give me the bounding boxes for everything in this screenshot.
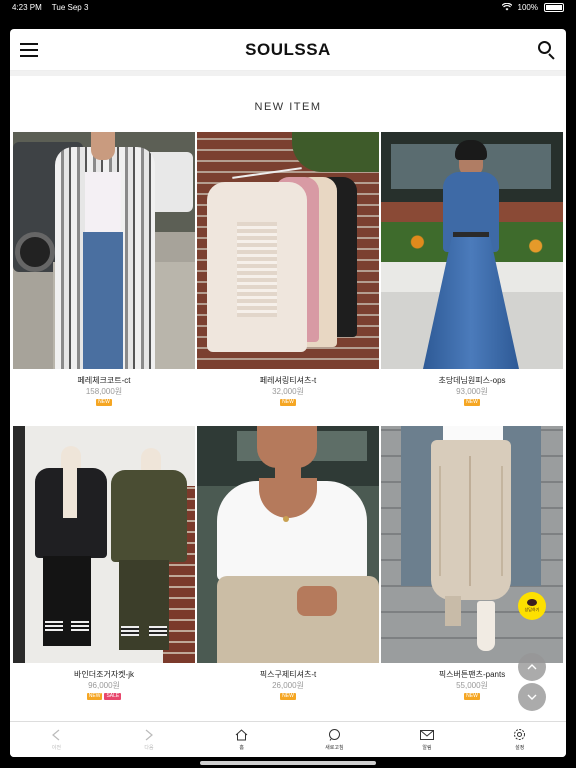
- tab-next-label: 다음: [144, 745, 154, 751]
- chat-bubble-icon: [527, 599, 537, 606]
- kakao-chat-button[interactable]: 상담하기: [518, 592, 546, 620]
- tab-prev[interactable]: 이전: [10, 722, 103, 757]
- product-image[interactable]: [381, 132, 563, 369]
- tab-refresh[interactable]: 새로고침: [288, 722, 381, 757]
- product-price: 96,000원: [88, 681, 120, 690]
- tab-mail[interactable]: 알림: [381, 722, 474, 757]
- new-badge: NEW: [280, 399, 296, 406]
- gear-icon: [513, 728, 527, 741]
- search-icon[interactable]: [538, 40, 556, 60]
- tab-refresh-label: 새로고침: [325, 745, 344, 751]
- product-name[interactable]: 픽스구제티셔츠-t: [197, 669, 379, 680]
- menu-icon[interactable]: [20, 42, 38, 57]
- product-name[interactable]: 바인더조거자켓-jk: [13, 669, 195, 680]
- scroll-bottom-button[interactable]: [518, 683, 546, 711]
- tab-settings[interactable]: 설정: [473, 722, 566, 757]
- product-card[interactable]: 바인더조거자켓-jk 96,000원 NEW SALE: [13, 426, 195, 714]
- tab-settings-label: 설정: [515, 745, 525, 751]
- app-screen: SOULSSA NEW ITEM 페레체크코트-ct 158,000원 NEW: [10, 29, 566, 757]
- bottom-tab-bar: 이전 다음 홈 새로고침 알림 설정: [10, 721, 566, 757]
- product-card[interactable]: 픽스구제티셔츠-t 26,000원 NEW: [197, 426, 379, 714]
- chevron-down-icon: [527, 694, 537, 700]
- product-card[interactable]: 페레체크코트-ct 158,000원 NEW: [13, 132, 195, 420]
- store-logo[interactable]: SOULSSA: [245, 40, 331, 60]
- app-header: SOULSSA: [10, 29, 566, 71]
- home-icon: [235, 728, 249, 741]
- tab-home-label: 홈: [239, 745, 244, 751]
- new-badge: NEW: [86, 693, 103, 700]
- product-price: 32,000원: [272, 387, 304, 396]
- product-image[interactable]: [13, 132, 195, 369]
- refresh-icon: [327, 728, 341, 741]
- product-name[interactable]: 초당데님원피스-ops: [381, 375, 563, 386]
- chevron-up-icon: [527, 664, 537, 670]
- tab-home[interactable]: 홈: [195, 722, 288, 757]
- product-image[interactable]: [13, 426, 195, 663]
- product-price: 26,000원: [272, 681, 304, 690]
- product-price: 158,000원: [85, 387, 123, 396]
- new-badge: NEW: [280, 693, 296, 700]
- product-image[interactable]: [381, 426, 563, 663]
- scroll-top-button[interactable]: [518, 653, 546, 681]
- product-grid: 페레체크코트-ct 158,000원 NEW 페레셔링티셔츠-t 32,000원…: [13, 132, 563, 714]
- tab-mail-label: 알림: [422, 745, 432, 751]
- new-badge: NEW: [96, 399, 112, 406]
- status-date: Tue Sep 3: [51, 2, 89, 12]
- chevron-left-icon: [49, 728, 63, 741]
- product-name[interactable]: 페레체크코트-ct: [13, 375, 195, 386]
- product-card[interactable]: 초당데님원피스-ops 93,000원 NEW: [381, 132, 563, 420]
- battery-icon: [544, 2, 564, 12]
- sale-badge: SALE: [104, 693, 122, 700]
- section-title: NEW ITEM: [254, 101, 322, 113]
- mail-icon: [420, 728, 435, 741]
- tab-next[interactable]: 다음: [103, 722, 196, 757]
- product-image[interactable]: [197, 132, 379, 369]
- status-bar: 4:23 PM Tue Sep 3 100%: [0, 0, 576, 14]
- product-name[interactable]: 페레셔링티셔츠-t: [197, 375, 379, 386]
- new-badge: NEW: [464, 399, 480, 406]
- product-price: 93,000원: [456, 387, 488, 396]
- product-card[interactable]: 페레셔링티셔츠-t 32,000원 NEW: [197, 132, 379, 420]
- header-divider: [10, 71, 566, 76]
- chevron-right-icon: [142, 728, 156, 741]
- status-time: 4:23 PM: [12, 2, 42, 12]
- wifi-icon: [501, 3, 512, 11]
- home-indicator: [200, 761, 376, 765]
- new-badge: NEW: [464, 693, 480, 700]
- tab-prev-label: 이전: [51, 745, 61, 751]
- kakao-chat-label: 상담하기: [524, 607, 540, 612]
- product-image[interactable]: [197, 426, 379, 663]
- battery-percent: 100%: [517, 2, 538, 12]
